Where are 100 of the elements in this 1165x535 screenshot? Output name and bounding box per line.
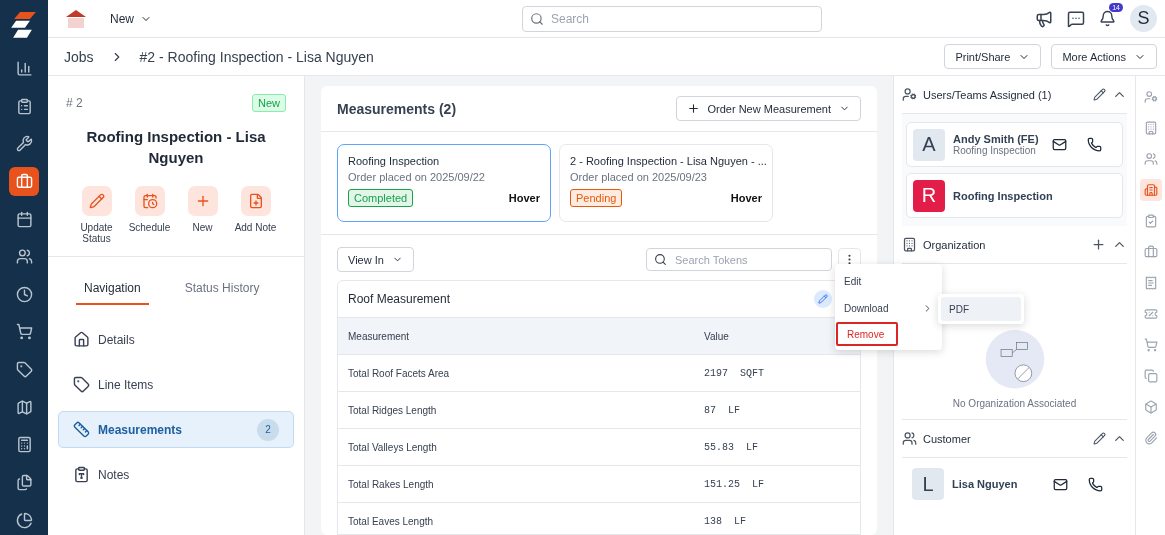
provider-name: Hover [508, 192, 540, 204]
jobs-icon [15, 172, 33, 190]
menu-item[interactable]: Edit [835, 268, 942, 295]
table-cell-text: Total Valleys Length [348, 441, 438, 453]
quick-action-button[interactable]: Update Status [70, 186, 123, 244]
edit-icon [81, 186, 112, 216]
box-icon [1143, 400, 1158, 414]
search-icon [654, 253, 667, 266]
mail-icon[interactable] [1052, 137, 1067, 152]
provider-name: Hover [730, 192, 762, 204]
initial-avatar: A [913, 128, 945, 161]
breadcrumb-link[interactable]: #2 - Roofing Inspection - Lisa Nguyen [139, 48, 374, 65]
users-icon [902, 431, 917, 446]
quick-action-button[interactable]: Add Note [229, 186, 282, 244]
map-icon [15, 398, 33, 416]
customer-name: Lisa Nguyen [952, 478, 1019, 490]
table-cell-text: Total Eaves Length [348, 515, 435, 527]
column-header: Measurement [348, 330, 411, 342]
view-in-button[interactable]: View In [337, 247, 414, 272]
discount-icon [1143, 307, 1158, 321]
calculator-icon [15, 436, 33, 454]
notes-icon [73, 466, 90, 483]
ruler-icon [73, 421, 90, 438]
nav-item[interactable]: Notes [58, 456, 294, 493]
empty-message: No Organization Associated [952, 398, 1077, 409]
job-title: Roofing Inspection - Lisa Nguyen [85, 127, 267, 168]
tools-icon [15, 135, 33, 153]
table-title: Roof Measurement [348, 292, 451, 306]
breadcrumb-link[interactable]: Jobs [64, 48, 94, 65]
order-title: Roofing Inspection [348, 155, 441, 167]
cart-icon [1143, 338, 1158, 352]
people-icon [15, 248, 33, 266]
section-title: Users/Teams Assigned (1) [923, 88, 1053, 101]
receipt-icon [1143, 276, 1158, 290]
print-share-button[interactable]: Print/Share [944, 44, 1042, 69]
brand-logo [64, 7, 88, 30]
menu-item[interactable]: Remove [836, 322, 898, 346]
user-icon [902, 87, 917, 102]
paperclip-icon [1143, 431, 1158, 445]
member-name: Andy Smith (FE) [953, 133, 1040, 145]
quick-action-button[interactable]: Schedule [123, 186, 176, 244]
search-icon [530, 11, 544, 26]
initial-avatar: L [912, 468, 944, 500]
notification-icon[interactable] [1099, 10, 1116, 27]
mail-icon[interactable] [1053, 476, 1068, 492]
edit-icon[interactable] [1093, 88, 1106, 101]
nav-item[interactable]: Line Items [58, 366, 294, 403]
user-icon [1143, 90, 1158, 104]
clock-icon [15, 285, 33, 303]
nav-item[interactable]: Measurements 2 [58, 411, 294, 448]
tab[interactable]: Status History [176, 281, 268, 305]
tasks-icon [15, 97, 33, 115]
building-icon [1143, 121, 1158, 135]
tab[interactable]: Navigation [76, 281, 149, 305]
quick-action-button[interactable]: New [176, 186, 229, 244]
files-icon [15, 474, 33, 491]
table-cell-text: 55.83 LF [704, 441, 759, 453]
briefcase-icon [1143, 245, 1158, 259]
phone-icon[interactable] [1088, 476, 1103, 492]
more-actions-button[interactable]: More Actions [1051, 44, 1157, 69]
pencil-icon [818, 294, 828, 304]
nav-label: Notes [98, 467, 130, 482]
job-number: # 2 [66, 96, 83, 110]
note-icon [240, 186, 271, 216]
status-tag: Completed [348, 189, 414, 207]
search-field[interactable]: Search [522, 5, 822, 32]
schedule-icon [134, 186, 165, 216]
order-card[interactable]: Roofing Inspection Order placed on 2025/09/22 Completed Hover [337, 144, 551, 222]
building-icon [902, 237, 917, 252]
company-panel-button[interactable] [1139, 179, 1162, 201]
status-tag: Pending [570, 189, 623, 207]
section-title: Customer [923, 432, 972, 445]
nav-label: Details [98, 332, 135, 347]
nav-item[interactable]: Details [58, 321, 294, 358]
phone-icon[interactable] [1087, 137, 1102, 152]
pie-icon [15, 511, 33, 529]
table-cell-text: Total Roof Facets Area [348, 367, 451, 379]
cart-icon [15, 323, 33, 341]
add-icon[interactable] [1091, 237, 1106, 252]
order-date: Order placed on 2025/09/22 [348, 171, 486, 183]
section-title: Organization [923, 238, 987, 251]
status-tag: New [252, 94, 286, 112]
order-card[interactable]: 2 - Roofing Inspection - Lisa Nguyen - ... Order placed on 2025/09/23 Pending Hover [559, 144, 773, 222]
megaphone-icon[interactable] [1035, 9, 1053, 28]
home-icon [73, 331, 90, 348]
table-cell-text: 87 LF [704, 404, 741, 416]
jobs-nav-button[interactable] [9, 166, 39, 197]
add-icon [187, 186, 218, 216]
user-avatar[interactable]: S [1130, 5, 1157, 32]
new-menu-button[interactable]: New [104, 10, 158, 27]
edit-button[interactable] [814, 290, 832, 308]
order-measurement-button[interactable]: Order New Measurement [675, 96, 861, 121]
search-field[interactable]: Search Tokens [646, 248, 832, 271]
clipboard-icon [1143, 214, 1158, 228]
table-cell-text: Total Rakes Length [348, 478, 435, 490]
menu-item[interactable]: PDF [941, 297, 1021, 321]
chat-icon[interactable] [1067, 9, 1085, 28]
edit-icon[interactable] [1093, 432, 1106, 445]
table-cell-text: Total Ridges Length [348, 404, 438, 416]
member-name: Roofing Inspection [953, 189, 1054, 202]
